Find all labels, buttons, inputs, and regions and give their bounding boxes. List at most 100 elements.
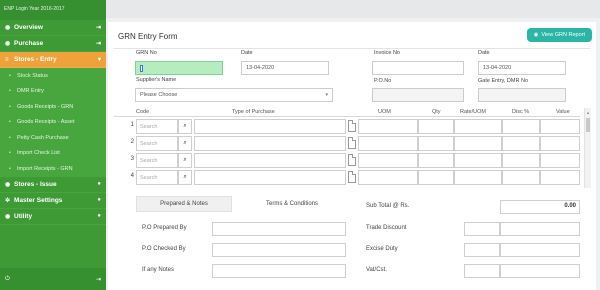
caret-icon: ▾ [97,57,101,63]
value-input[interactable] [540,153,580,168]
search-icon[interactable]: ⌕ [178,119,192,134]
dashboard-icon: ◉ [5,25,11,31]
subtotal-label: Sub Total @ Rs. [366,203,410,209]
po-prepared-by-input[interactable] [212,222,346,236]
po-no-input[interactable] [372,88,464,102]
exit-icon[interactable]: ⇥ [96,276,101,283]
search-icon[interactable]: ⌕ [178,136,192,151]
table-row: 1 Search ⌕ [114,118,580,135]
document-icon[interactable] [348,171,356,183]
notes-tabs: Prepared & Notes Terms & Conditions [136,196,346,212]
tab-prepared-notes[interactable]: Prepared & Notes [136,196,232,212]
gate-entry-input[interactable] [478,88,566,102]
vat-cst-pct-input[interactable] [464,264,500,278]
value-input[interactable] [540,119,580,134]
status-dot-icon: ● [97,197,101,203]
sidebar-subitem-dmr-entry[interactable]: • DMR Entry [0,83,106,99]
view-grn-report-button[interactable]: ◉ View GRN Report [526,28,592,42]
status-dot-icon: ● [97,213,101,219]
po-checked-by-input[interactable] [212,243,346,257]
col-value: Value [556,109,570,115]
qty-input[interactable] [418,170,454,185]
sidebar-subitem-goods-receipts-grn[interactable]: • Goods Receipts - GRN [0,99,106,115]
text-cursor [140,65,143,72]
code-search-input[interactable]: Search [136,119,178,134]
search-icon[interactable]: ⌕ [178,153,192,168]
type-of-purchase-input[interactable] [194,119,346,134]
rate-input[interactable] [454,170,502,185]
bullet-icon: • [9,150,11,157]
exit-icon: ⇥ [95,41,101,47]
code-search-input[interactable]: Search [136,136,178,151]
bullet-icon: • [9,72,11,79]
search-icon[interactable]: ⌕ [178,170,192,185]
disc-input[interactable] [502,136,540,151]
excise-duty-input[interactable] [500,243,580,257]
sidebar-subitem-import-receipts[interactable]: • Import Receipts - GRN [0,161,106,177]
sidebar-item-overview[interactable]: ◉ Overview ⇥ [0,20,106,36]
disc-input[interactable] [502,153,540,168]
col-uom: UOM [378,109,391,115]
disc-input[interactable] [502,170,540,185]
type-of-purchase-input[interactable] [194,136,346,151]
grn-form-panel: GRN Entry Form ◉ View GRN Report GRN No … [108,22,596,290]
date-input[interactable]: 13-04-2020 [241,61,329,75]
grn-no-label: GRN No [136,50,157,56]
sidebar-item-stores-issue[interactable]: ◉ Stores - Issue ● [0,177,106,193]
status-dot-icon: ● [97,181,101,187]
supplier-select[interactable]: Please Choose ▾ [135,88,333,102]
document-icon[interactable] [348,154,356,166]
scrollbar-thumb[interactable] [586,118,590,132]
trade-discount-pct-input[interactable] [464,222,500,236]
vat-cst-input[interactable] [500,264,580,278]
sidebar: ENP Login Year 2016-2017 ◉ Overview ⇥ ◉ … [0,0,106,290]
trade-discount-input[interactable] [500,222,580,236]
notes-input[interactable] [212,264,346,278]
excise-duty-pct-input[interactable] [464,243,500,257]
type-of-purchase-input[interactable] [194,153,346,168]
tab-terms-conditions[interactable]: Terms & Conditions [240,196,344,212]
qty-input[interactable] [418,119,454,134]
sidebar-item-master-settings[interactable]: ✲ Master Settings ● [0,193,106,209]
login-year-label: ENP Login Year 2016-2017 [0,0,106,20]
value-input[interactable] [540,170,580,185]
rate-input[interactable] [454,136,502,151]
wrench-icon: ◉ [5,213,11,220]
sidebar-subitem-import-check-list[interactable]: • Import Check List [0,145,106,161]
uom-input[interactable] [358,119,418,134]
sidebar-item-utility[interactable]: ◉ Utility ● [0,209,106,225]
table-row: 4 Search ⌕ [114,169,580,186]
sidebar-item-stores-entry[interactable]: ≡ Stores - Entry ▾ [0,52,106,68]
rate-input[interactable] [454,119,502,134]
notes-label: If any Notes [142,267,175,273]
document-icon[interactable] [348,137,356,149]
code-search-input[interactable]: Search [136,153,178,168]
sidebar-item-purchase[interactable]: ◉ Purchase ⇥ [0,36,106,52]
grn-no-input[interactable] [135,61,223,75]
table-row: 3 Search ⌕ [114,152,580,169]
sidebar-subitem-goods-receipts-asset[interactable]: • Goods Receipts - Asset [0,114,106,130]
type-of-purchase-input[interactable] [194,170,346,185]
invoice-no-input[interactable] [372,61,464,75]
divider [114,48,590,49]
qty-input[interactable] [418,136,454,151]
disc-input[interactable] [502,119,540,134]
date-label: Date [241,50,253,56]
rate-input[interactable] [454,153,502,168]
grid-scrollbar[interactable]: ▲ [584,108,591,188]
value-input[interactable] [540,136,580,151]
form-title: GRN Entry Form [118,32,178,41]
uom-input[interactable] [358,153,418,168]
uom-input[interactable] [358,170,418,185]
vat-cst-label: Vat/Cst. [366,267,387,273]
code-search-input[interactable]: Search [136,170,178,185]
chevron-down-icon: ▾ [325,92,328,98]
sidebar-subitem-petty-cash[interactable]: • Petty Cash Purchase [0,130,106,146]
date2-input[interactable]: 13-04-2020 [478,61,566,75]
uom-input[interactable] [358,136,418,151]
sidebar-subitem-stock-status[interactable]: • Stock Status [0,68,106,84]
qty-input[interactable] [418,153,454,168]
document-icon[interactable] [348,120,356,132]
power-icon[interactable]: ⏻ [5,276,10,283]
arrow-up-icon[interactable]: ▲ [586,110,590,115]
